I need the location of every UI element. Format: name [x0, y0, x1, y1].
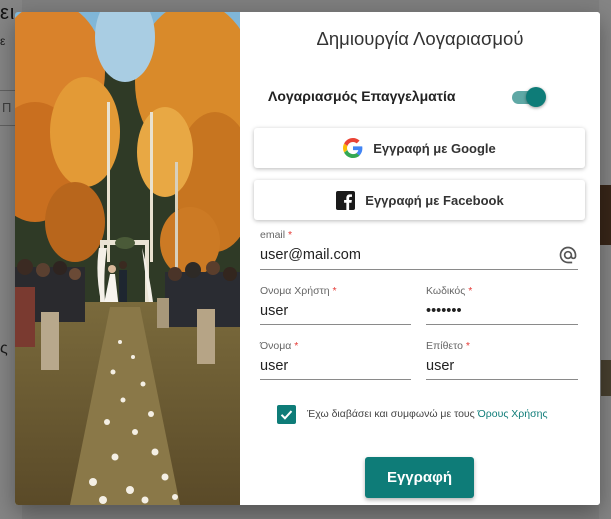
- facebook-icon: [335, 190, 355, 210]
- terms-row: Έχω διαβάσει και συμφωνώ με τους Όρους Χ…: [277, 404, 587, 426]
- check-icon: [280, 410, 293, 420]
- last-name-input[interactable]: [426, 358, 578, 374]
- username-input[interactable]: [260, 303, 411, 319]
- professional-account-label: Λογαριασμός Επαγγελματία: [268, 88, 456, 104]
- username-field: Ονομα Χρήστη *: [260, 285, 411, 325]
- toggle-thumb: [526, 87, 546, 107]
- facebook-signup-button[interactable]: Εγγραφή με Facebook: [254, 180, 585, 220]
- email-input[interactable]: [260, 247, 578, 263]
- signup-form: Δημιουργία Λογαριασμού Λογαριασμός Επαγγ…: [240, 12, 600, 505]
- first-name-field: Όνομα *: [260, 340, 411, 380]
- wedding-aisle-illustration: [15, 12, 240, 505]
- signup-dialog: Δημιουργία Λογαριασμού Λογαριασμός Επαγγ…: [15, 12, 600, 505]
- dialog-title: Δημιουργία Λογαριασμού: [316, 28, 524, 49]
- google-signup-button[interactable]: Εγγραφή με Google: [254, 128, 585, 168]
- terms-checkbox[interactable]: [277, 405, 296, 424]
- signup-submit-button[interactable]: Εγγραφή: [365, 457, 474, 498]
- email-label: email *: [260, 229, 293, 241]
- first-name-input[interactable]: [260, 358, 411, 374]
- first-name-label: Όνομα *: [260, 340, 299, 352]
- last-name-underline: [426, 379, 578, 380]
- facebook-signup-label: Εγγραφή με Facebook: [365, 192, 504, 208]
- email-field: email *: [260, 229, 578, 270]
- last-name-field: Επίθετο *: [426, 340, 578, 380]
- terms-of-use-link[interactable]: Όρους Χρήσης: [478, 408, 548, 420]
- username-label: Ονομα Χρήστη *: [260, 285, 337, 297]
- last-name-label: Επίθετο *: [426, 340, 470, 352]
- first-name-underline: [260, 379, 411, 380]
- password-input[interactable]: [426, 303, 578, 319]
- wedding-photo: [15, 12, 240, 505]
- google-signup-label: Εγγραφή με Google: [373, 140, 496, 156]
- email-underline: [260, 269, 578, 270]
- at-icon: [558, 245, 578, 265]
- password-field: Κωδικός *: [426, 285, 578, 325]
- professional-account-toggle[interactable]: [510, 87, 546, 107]
- username-underline: [260, 324, 411, 325]
- password-underline: [426, 324, 578, 325]
- terms-text: Έχω διαβάσει και συμφωνώ με τους Όρους Χ…: [307, 408, 548, 420]
- google-icon: [343, 138, 363, 158]
- password-label: Κωδικός *: [426, 285, 473, 297]
